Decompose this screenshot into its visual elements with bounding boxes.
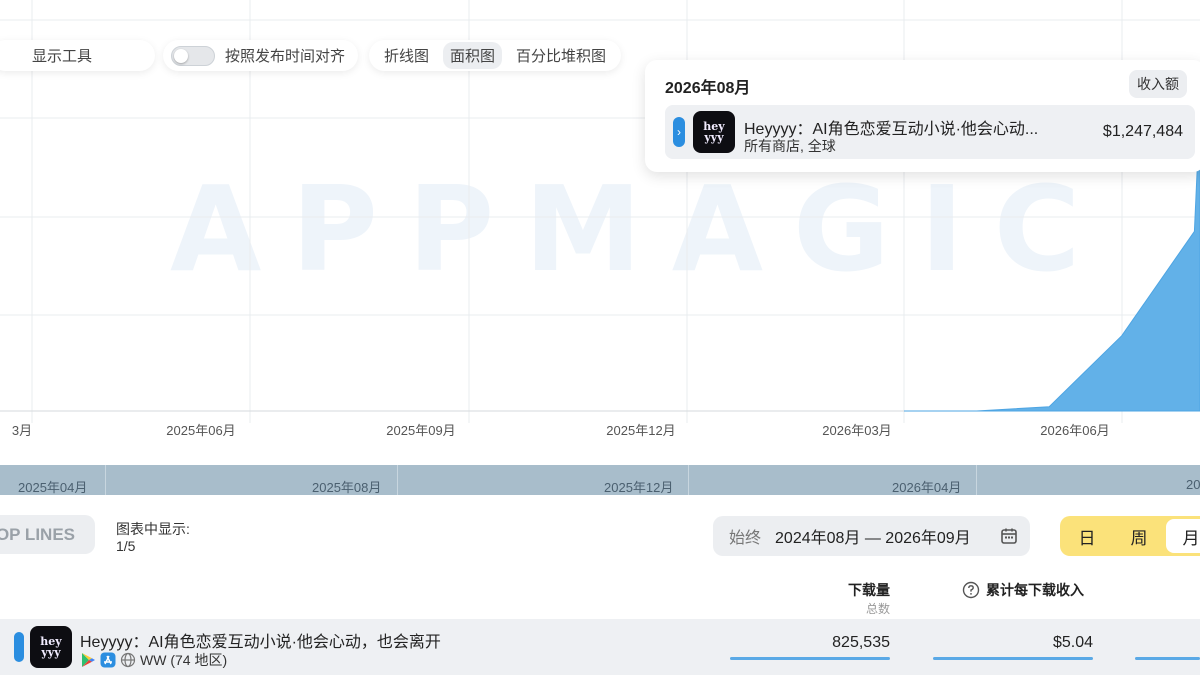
date-range-value: 2024年08月 — 2026年09月 <box>775 530 971 547</box>
chart-tooltip: 2026年08月 收入额 › hey yyy Heyyyy：AI角色恋爱互动小说… <box>645 60 1200 172</box>
app-icon: hey yyy <box>30 626 72 668</box>
navigator-label: 2025年12月 <box>604 480 674 495</box>
app-meta: WW (74 地区) <box>80 650 227 670</box>
app-icon-text-bottom: yyy <box>704 131 724 144</box>
chart-type-line[interactable]: 折线图 <box>377 42 436 69</box>
app-name-link[interactable]: Heyyyy：AI角色恋爱互动小说·他会心动，也会离开 <box>80 628 441 652</box>
navigator-label: 2025年08月 <box>312 480 382 495</box>
column-header-downloads[interactable]: 下载量 <box>820 580 890 600</box>
chart-type-area[interactable]: 面积图 <box>442 42 502 69</box>
help-icon[interactable] <box>962 581 980 599</box>
navigator-label: 2026年04月 <box>892 480 962 495</box>
toggle-switch[interactable] <box>171 45 215 66</box>
cell-downloads: 825,535 <box>832 634 890 651</box>
x-tick-label: 3月 <box>12 423 32 438</box>
chart-type-percent-stacked[interactable]: 百分比堆积图 <box>509 42 613 69</box>
column-header-arpu-label: 累计每下载收入 <box>986 582 1084 598</box>
granularity-month[interactable]: 月 <box>1166 519 1200 553</box>
tooltip-value: $1,247,484 <box>1102 123 1183 140</box>
navigator-label: 2025年04月 <box>18 480 88 495</box>
navigator-divider <box>976 465 977 495</box>
x-tick-label: 2025年12月 <box>606 423 675 438</box>
top-lines-button[interactable]: OP LINES <box>0 515 95 554</box>
show-tools-label: 显示工具 <box>32 48 93 65</box>
date-range-picker[interactable]: 始终 2024年08月 — 2026年09月 <box>713 516 1030 556</box>
navigator-divider <box>105 465 106 495</box>
shown-in-chart-label: 图表中显示: <box>116 521 190 537</box>
x-tick-label: 2026年03月 <box>822 423 891 438</box>
tooltip-title: 2026年08月 <box>665 80 751 97</box>
navigator-divider <box>397 465 398 495</box>
google-play-icon <box>82 653 95 667</box>
table-row[interactable]: hey yyy Heyyyy：AI角色恋爱互动小说·他会心动，也会离开 WW (… <box>0 619 1200 675</box>
series-color-marker[interactable] <box>14 632 24 662</box>
granularity-day[interactable]: 日 <box>1062 519 1112 553</box>
arpu-bar <box>933 657 1093 660</box>
series-marker-icon: › <box>673 117 685 147</box>
tooltip-metric-badge: 收入额 <box>1129 70 1187 98</box>
navigator-label: 20 <box>1186 477 1200 492</box>
calendar-icon[interactable] <box>1000 527 1018 545</box>
time-navigator[interactable]: 2025年04月 2025年08月 2025年12月 2026年04月 20 <box>0 465 1200 495</box>
column-header-arpu[interactable]: 累计每下载收入 <box>962 580 1084 600</box>
x-tick-label: 2025年06月 <box>166 423 235 438</box>
granularity-week[interactable]: 周 <box>1114 519 1164 553</box>
x-tick-label: 2025年09月 <box>386 423 455 438</box>
downloads-bar <box>730 657 890 660</box>
tooltip-app-row: › hey yyy Heyyyy：AI角色恋爱互动小说·他会心动... 所有商店… <box>665 105 1195 159</box>
column-subheader-total: 总数 <box>865 602 890 616</box>
align-release-label: 按照发布时间对齐 <box>225 48 346 65</box>
cell-arpu: $5.04 <box>1052 634 1093 651</box>
date-range-prefix: 始终 <box>729 530 762 547</box>
app-icon: hey yyy <box>693 111 735 153</box>
top-lines-label: OP LINES <box>0 524 75 544</box>
app-region: WW (74 地区) <box>140 652 228 668</box>
show-tools-button[interactable]: 显示工具 <box>0 40 155 71</box>
navigator-divider <box>688 465 689 495</box>
app-store-icon <box>100 652 116 668</box>
globe-icon <box>120 652 136 668</box>
chart-type-switcher: 折线图 面积图 百分比堆积图 <box>369 40 621 71</box>
next-column-bar <box>1135 657 1200 660</box>
x-tick-label: 2026年06月 <box>1040 423 1109 438</box>
align-release-toggle[interactable]: 按照发布时间对齐 <box>163 40 358 71</box>
granularity-switcher: 日 周 月 <box>1060 516 1200 556</box>
app-icon-text-bottom: yyy <box>41 646 61 659</box>
tooltip-app-sub: 所有商店, 全球 <box>744 138 836 154</box>
shown-in-chart-count: 1/5 <box>116 538 136 554</box>
